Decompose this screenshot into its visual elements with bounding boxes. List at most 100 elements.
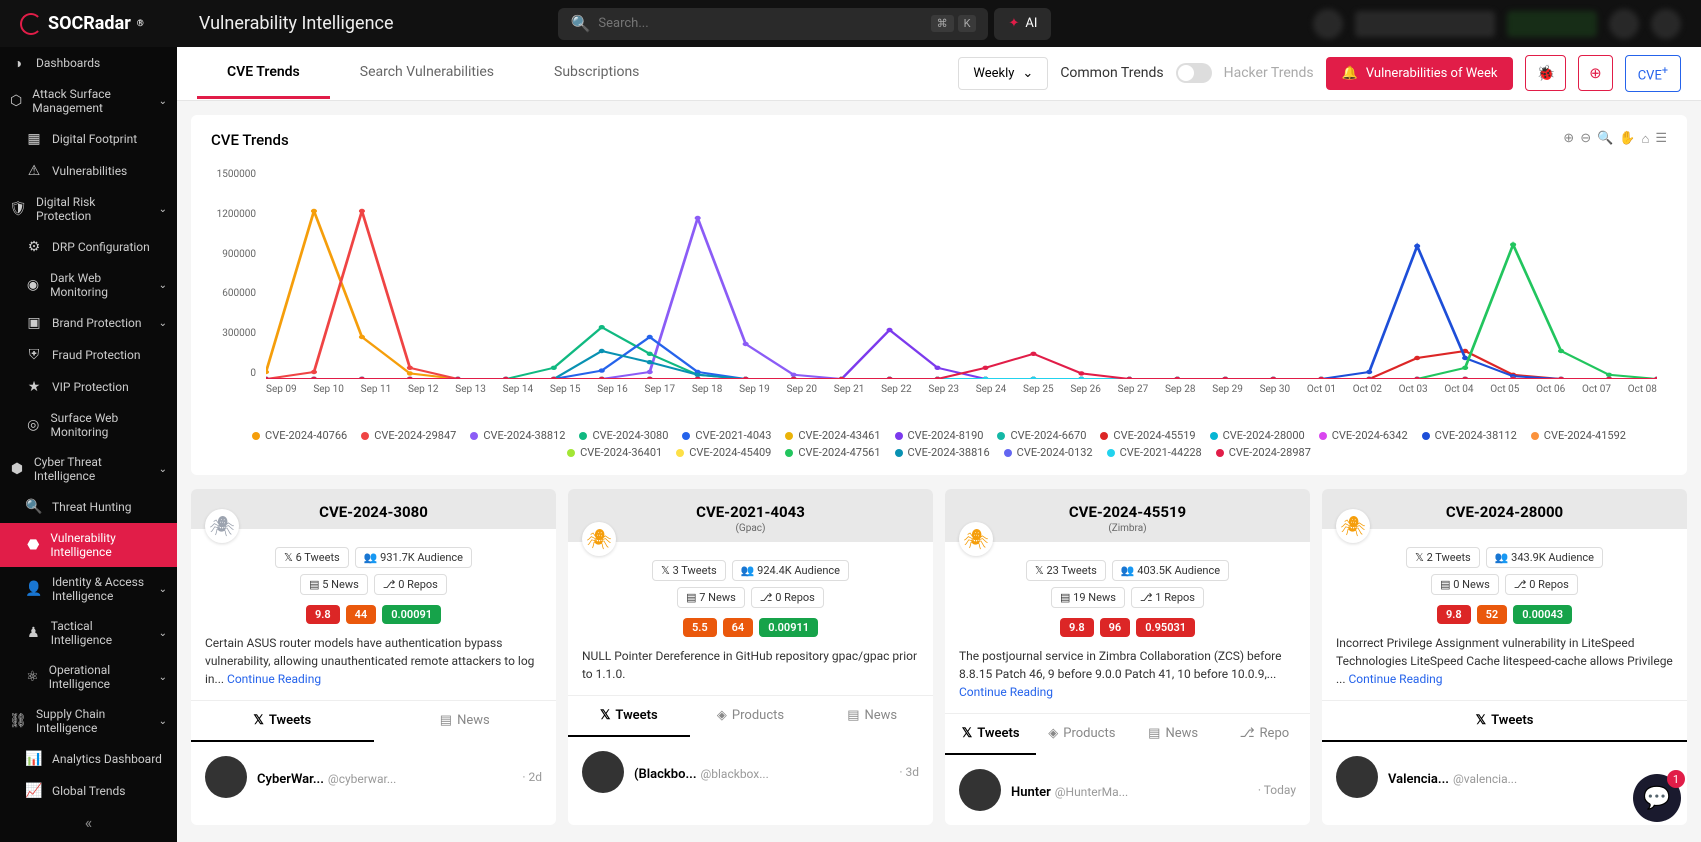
sidebar-collapse-button[interactable]: «	[0, 803, 177, 842]
stat-audience[interactable]: 👥 343.9K Audience	[1486, 547, 1603, 568]
chat-fab[interactable]: 💬1	[1633, 774, 1681, 822]
bug-icon-button[interactable]: 🐞	[1525, 55, 1566, 91]
ai-button[interactable]: ✦ AI	[994, 8, 1051, 40]
stat-tweets[interactable]: 𝕏 6 Tweets	[275, 547, 349, 568]
stat-repos[interactable]: ⎇ 1 Repos	[1131, 587, 1204, 608]
legend-item[interactable]: CVE-2024-38112	[1422, 429, 1517, 442]
cve-id[interactable]: CVE-2024-45519	[955, 503, 1300, 521]
sidebar-item-digital-footprint[interactable]: ▦Digital Footprint	[0, 123, 177, 155]
menu-icon[interactable]: ☰	[1655, 131, 1667, 147]
stat-news[interactable]: ▤ 7 News	[677, 587, 745, 608]
cve-plus-button[interactable]: CVE+	[1625, 55, 1681, 92]
home-icon[interactable]: ⌂	[1641, 131, 1649, 147]
tweet-row[interactable]: CyberWar... @cyberwar... · 2d	[191, 742, 556, 812]
tweet-row[interactable]: Hunter @HunterMa... · Today	[945, 755, 1310, 825]
legend-item[interactable]: CVE-2024-0132	[1004, 446, 1093, 459]
sidebar-item-tactical-intelligence[interactable]: ♟Tactical Intelligence⌄	[0, 611, 177, 655]
vulnerabilities-of-week-button[interactable]: 🔔 Vulnerabilities of Week	[1326, 57, 1514, 90]
legend-item[interactable]: CVE-2024-38812	[470, 429, 565, 442]
continue-reading-link[interactable]: Continue Reading	[1348, 672, 1442, 686]
legend-item[interactable]: CVE-2024-6342	[1319, 429, 1408, 442]
card-tab-repo[interactable]: ⎇Repo	[1219, 714, 1310, 755]
stat-repos[interactable]: ⎇ 0 Repos	[374, 574, 447, 595]
tab-search-vulns[interactable]: Search Vulnerabilities	[330, 48, 524, 99]
sidebar-item-vip-protection[interactable]: ★VIP Protection	[0, 371, 177, 403]
sidebar-item-vulnerabilities[interactable]: ⚠Vulnerabilities	[0, 155, 177, 187]
legend-item[interactable]: CVE-2024-43461	[785, 429, 880, 442]
period-select[interactable]: Weekly ⌄	[958, 57, 1048, 90]
legend-item[interactable]: CVE-2024-38816	[895, 446, 990, 459]
card-tab-tweets[interactable]: 𝕏Tweets	[191, 701, 374, 742]
tweet-row[interactable]: (Blackbo... @blackbox... · 3d	[568, 737, 933, 807]
legend-item[interactable]: CVE-2024-28000	[1210, 429, 1305, 442]
cve-id[interactable]: CVE-2024-3080	[201, 503, 546, 521]
card-tab-tweets[interactable]: 𝕏Tweets	[945, 714, 1036, 755]
sidebar-item-attack-surface-management[interactable]: ⬡Attack Surface Management⌄	[0, 79, 177, 123]
add-button[interactable]: ⊕	[1578, 55, 1613, 91]
chart-area[interactable]: 150000012000009000006000003000000 Sep 09…	[211, 169, 1667, 419]
sidebar-item-dark-web-monitoring[interactable]: ◉Dark Web Monitoring⌄	[0, 263, 177, 307]
sidebar-item-identity-access-intelligence[interactable]: 👤Identity & Access Intelligence⌄	[0, 567, 177, 611]
sidebar-item-threat-hunting[interactable]: 🔍Threat Hunting	[0, 491, 177, 523]
sidebar-item-dashboards[interactable]: ◑Dashboards	[0, 47, 177, 79]
stat-repos[interactable]: ⎇ 0 Repos	[751, 587, 824, 608]
stat-audience[interactable]: 👥 931.7K Audience	[355, 547, 472, 568]
zoom-out-icon[interactable]: ⊖	[1580, 131, 1591, 147]
legend-item[interactable]: CVE-2024-8190	[895, 429, 984, 442]
legend-item[interactable]: CVE-2024-6670	[997, 429, 1086, 442]
stat-audience[interactable]: 👥 924.4K Audience	[732, 560, 849, 581]
brand-logo[interactable]: SOCRadar®	[20, 13, 144, 35]
stat-tweets[interactable]: 𝕏 3 Tweets	[652, 560, 726, 581]
legend-item[interactable]: CVE-2021-4043	[682, 429, 771, 442]
cve-id[interactable]: CVE-2021-4043	[578, 503, 923, 521]
stat-tweets[interactable]: 𝕏 23 Tweets	[1026, 560, 1106, 581]
trends-toggle[interactable]	[1176, 63, 1212, 83]
cve-card-header: CVE-2024-28000 🕷	[1322, 489, 1687, 529]
zoom-in-icon[interactable]: ⊕	[1563, 131, 1574, 147]
card-tab-products[interactable]: ◈Products	[1036, 714, 1127, 755]
continue-reading-link[interactable]: Continue Reading	[959, 685, 1053, 699]
legend-item[interactable]: CVE-2024-45519	[1100, 429, 1195, 442]
brand-text: SOCRadar	[48, 13, 131, 34]
sidebar-item-digital-risk-protection[interactable]: 🛡Digital Risk Protection⌄	[0, 187, 177, 231]
tab-cve-trends[interactable]: CVE Trends	[197, 48, 330, 99]
sidebar-item-fraud-protection[interactable]: ⛨Fraud Protection	[0, 339, 177, 371]
sidebar-item-surface-web-monitoring[interactable]: ◎Surface Web Monitoring	[0, 403, 177, 447]
sidebar-item-vulnerability-intelligence[interactable]: ⬣Vulnerability Intelligence	[0, 523, 177, 567]
legend-item[interactable]: CVE-2024-3080	[579, 429, 668, 442]
stat-news[interactable]: ▤ 19 News	[1051, 587, 1125, 608]
legend-item[interactable]: CVE-2024-47561	[785, 446, 880, 459]
stat-tweets[interactable]: 𝕏 2 Tweets	[1406, 547, 1480, 568]
legend-item[interactable]: CVE-2024-40766	[252, 429, 347, 442]
sidebar-item-drp-configuration[interactable]: ⚙DRP Configuration	[0, 231, 177, 263]
tab-subscriptions[interactable]: Subscriptions	[524, 48, 669, 99]
pan-icon[interactable]: ✋	[1619, 131, 1635, 147]
legend-item[interactable]: CVE-2024-29847	[361, 429, 456, 442]
zoom-icon[interactable]: 🔍	[1597, 131, 1613, 147]
tweet-row[interactable]: Valencia... @valencia...	[1322, 742, 1687, 812]
stat-repos[interactable]: ⎇ 0 Repos	[1505, 574, 1578, 595]
stat-news[interactable]: ▤ 5 News	[300, 574, 368, 595]
legend-item[interactable]: CVE-2021-44228	[1107, 446, 1202, 459]
sidebar-item-brand-protection[interactable]: ▣Brand Protection⌄	[0, 307, 177, 339]
card-tab-products[interactable]: ◈Products	[690, 696, 812, 737]
sidebar-item-cyber-threat-intelligence[interactable]: ⬢Cyber Threat Intelligence⌄	[0, 447, 177, 491]
sidebar-item-analytics-dashboard[interactable]: 📊Analytics Dashboard	[0, 743, 177, 775]
card-tab-news[interactable]: ▤News	[811, 696, 933, 737]
legend-item[interactable]: CVE-2024-28987	[1216, 446, 1311, 459]
card-tab-news[interactable]: ▤News	[1128, 714, 1219, 755]
legend-item[interactable]: CVE-2024-45409	[676, 446, 771, 459]
card-tab-news[interactable]: ▤News	[374, 701, 557, 742]
search-box[interactable]: 🔍 ⌘ K	[558, 8, 988, 40]
stat-news[interactable]: ▤ 0 News	[1431, 574, 1499, 595]
legend-item[interactable]: CVE-2024-41592	[1531, 429, 1626, 442]
cve-id[interactable]: CVE-2024-28000	[1332, 503, 1677, 521]
sidebar-item-operational-intelligence[interactable]: ⚛Operational Intelligence⌄	[0, 655, 177, 699]
sidebar-item-supply-chain-intelligence[interactable]: ⛓Supply Chain Intelligence⌄	[0, 699, 177, 743]
card-tab-tweets[interactable]: 𝕏Tweets	[1322, 701, 1687, 742]
legend-item[interactable]: CVE-2024-36401	[567, 446, 662, 459]
search-input[interactable]	[598, 16, 926, 31]
stat-audience[interactable]: 👥 403.5K Audience	[1112, 560, 1229, 581]
continue-reading-link[interactable]: Continue Reading	[227, 672, 321, 686]
card-tab-tweets[interactable]: 𝕏Tweets	[568, 696, 690, 737]
